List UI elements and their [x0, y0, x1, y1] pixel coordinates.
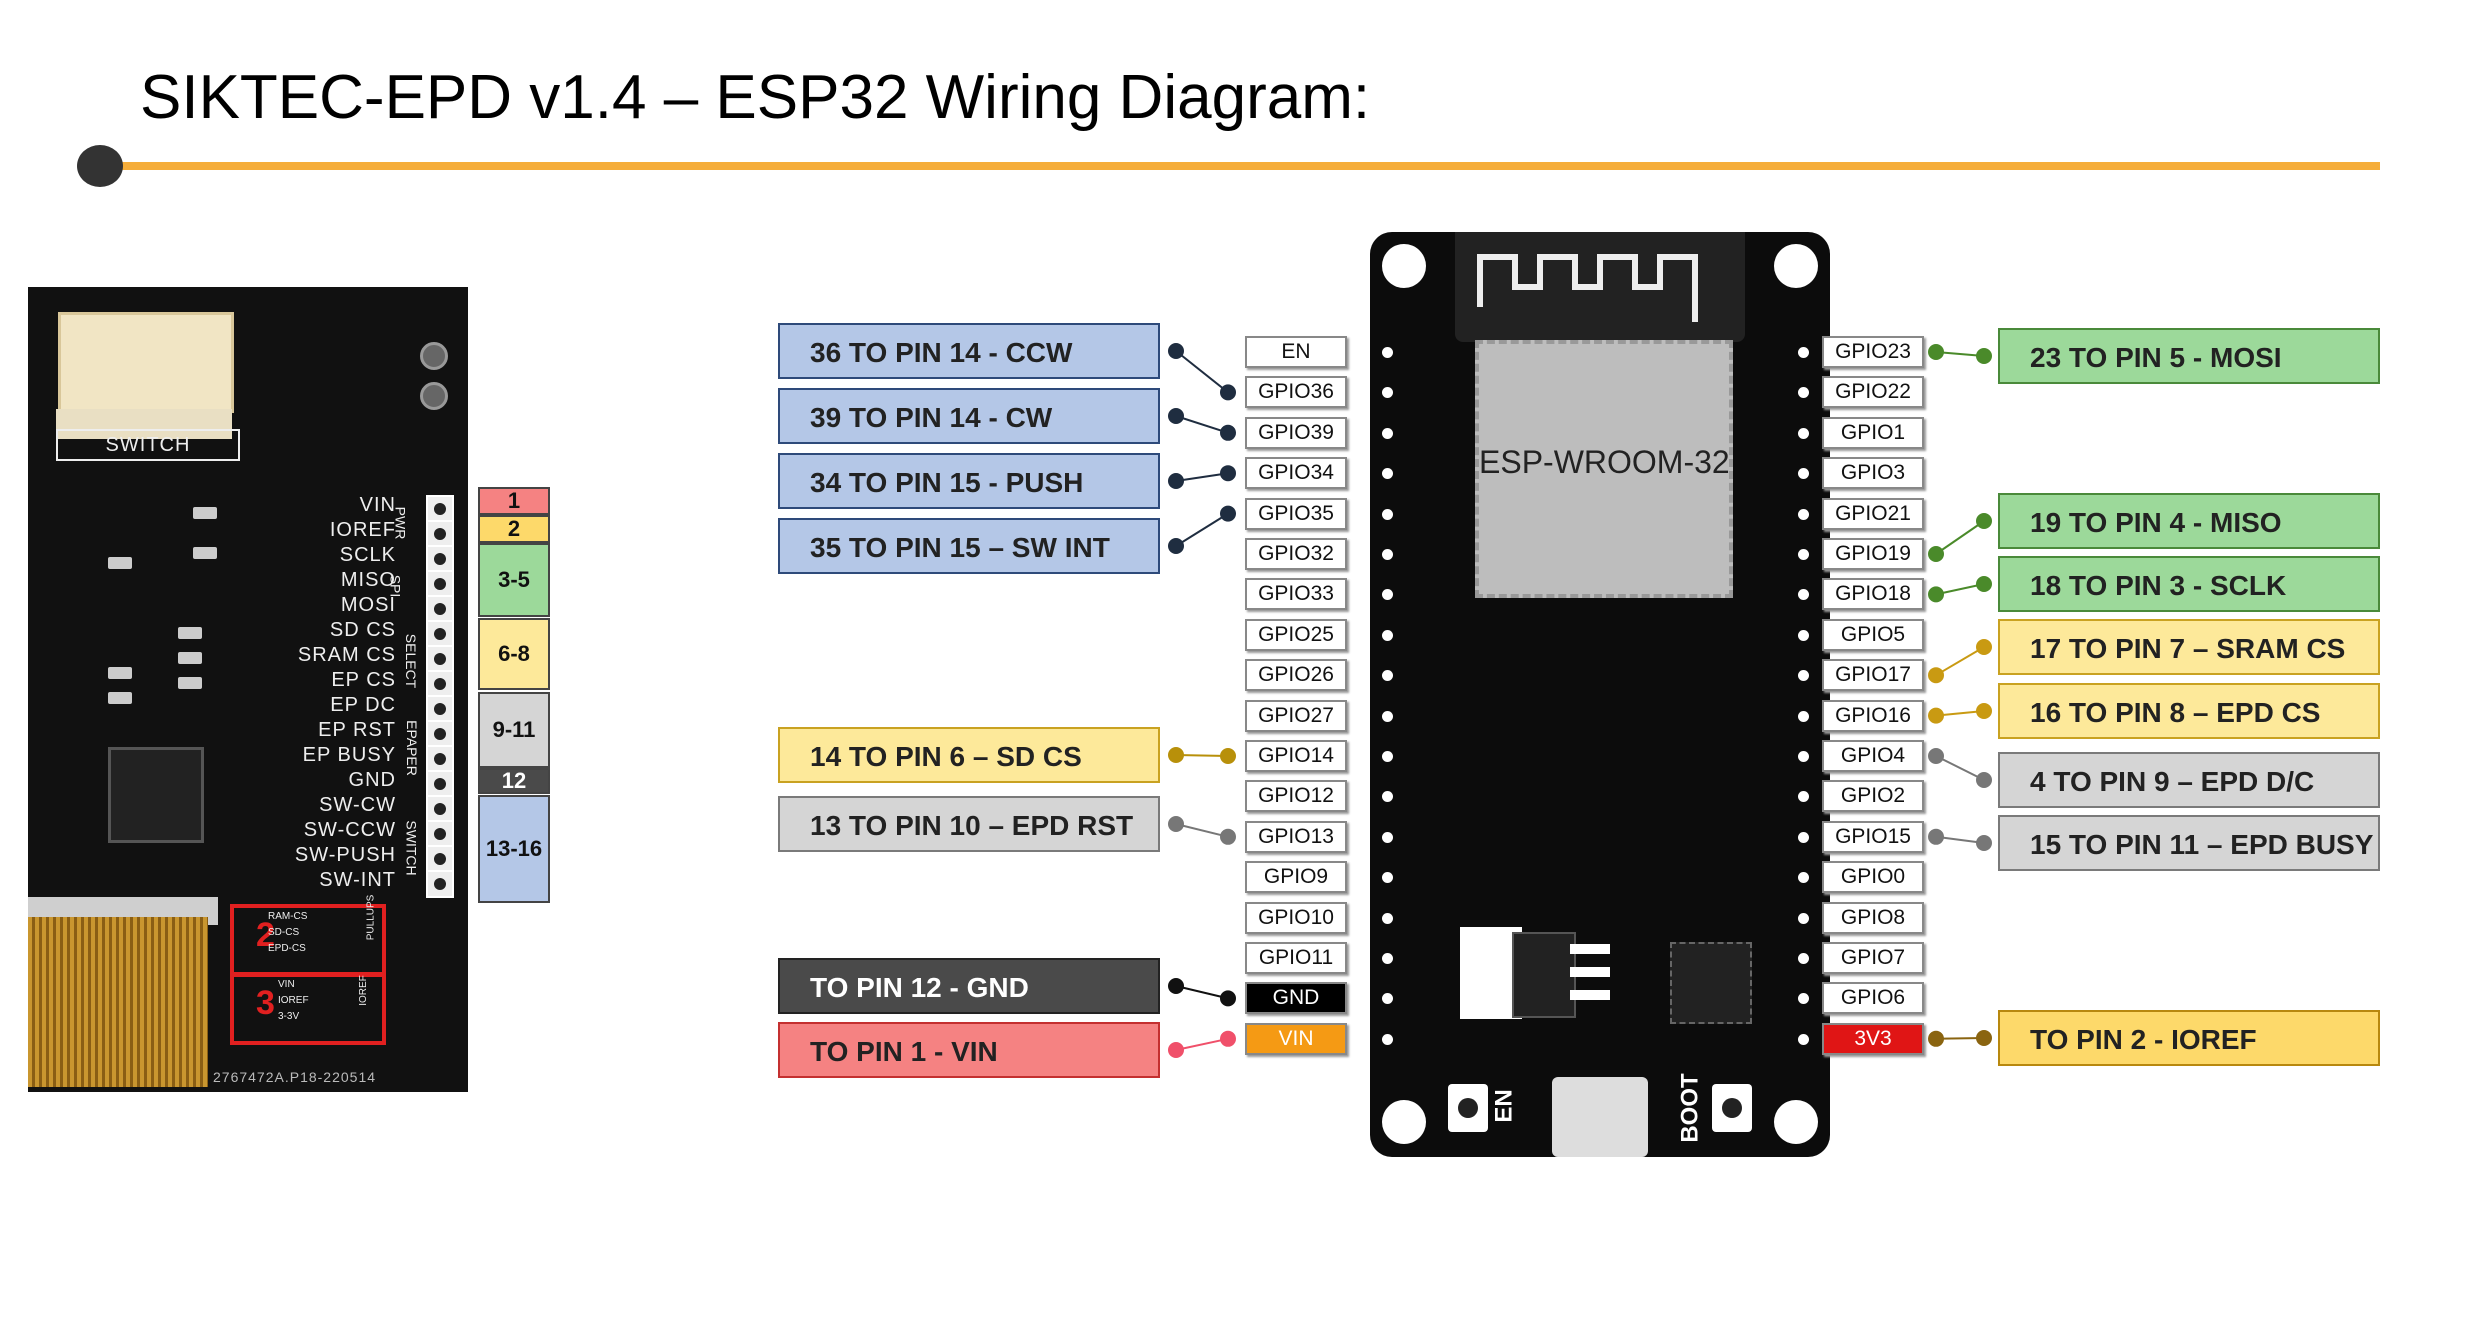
wire-end-dot [1168, 1042, 1184, 1058]
wire [1935, 520, 1985, 555]
connection-label-right: 23 TO PIN 5 - MOSI [1998, 328, 2380, 384]
esp-pin-label: GPIO18 [1822, 578, 1924, 611]
esp-pin-label: GND [1245, 982, 1347, 1015]
esp-pin-label: GPIO23 [1822, 336, 1924, 368]
esp-pin-label: GPIO3 [1822, 457, 1924, 490]
esp-pin-label: GPIO27 [1245, 699, 1347, 732]
esp-pin-label: GPIO0 [1822, 861, 1924, 894]
wire-end-dot [1976, 348, 1992, 364]
wire-end-dot [1220, 748, 1236, 764]
connection-label-left: 14 TO PIN 6 – SD CS [778, 727, 1160, 783]
esp-pin-label: VIN [1245, 1022, 1347, 1055]
esp-pin-label: GPIO16 [1822, 699, 1924, 732]
wire-end-dot [1928, 667, 1944, 684]
wire [1935, 646, 1985, 677]
wire-end-dot [1976, 772, 1992, 788]
esp-pin-label: GPIO12 [1245, 780, 1347, 813]
wire-end-dot [1168, 747, 1184, 763]
wire-end-dot [1220, 990, 1236, 1007]
wire-end-dot [1220, 1030, 1236, 1047]
wire-end-dot [1976, 639, 1992, 655]
wire-end-dot [1220, 828, 1236, 845]
esp-pin-label: GPIO32 [1245, 538, 1347, 570]
wire-end-dot [1168, 408, 1184, 424]
connection-label-left: 36 TO PIN 14 - CCW [778, 323, 1160, 379]
esp-pin-label: GPIO1 [1822, 416, 1924, 449]
wire-end-dot [1928, 1030, 1944, 1047]
esp-pin-label: GPIO5 [1822, 618, 1924, 651]
wire-end-dot [1220, 505, 1236, 522]
wire [1175, 415, 1229, 434]
esp-pin-label: GPIO19 [1822, 538, 1924, 570]
wire [1175, 350, 1229, 394]
esp-pin-label: GPIO15 [1822, 820, 1924, 853]
esp-pin-label: GPIO6 [1822, 982, 1924, 1015]
wire-end-dot [1928, 586, 1944, 603]
esp-pin-label: GPIO4 [1822, 740, 1924, 772]
esp-pin-label: GPIO33 [1245, 578, 1347, 611]
wire-end-dot [1976, 513, 1992, 529]
esp-pin-label: GPIO13 [1245, 820, 1347, 853]
wire-end-dot [1168, 343, 1184, 359]
esp-pin-label: GPIO36 [1245, 376, 1347, 409]
connection-label-left: 13 TO PIN 10 – EPD RST [778, 796, 1160, 852]
connection-label-right: 17 TO PIN 7 – SRAM CS [1998, 619, 2380, 675]
wire [1175, 512, 1229, 547]
esp-pin-label: GPIO9 [1245, 861, 1347, 894]
connection-label-left: 39 TO PIN 14 - CW [778, 388, 1160, 444]
connection-label-right: 18 TO PIN 3 - SCLK [1998, 556, 2380, 612]
wire-end-dot [1928, 344, 1944, 360]
esp-pin-label: GPIO35 [1245, 497, 1347, 530]
esp-pin-label: GPIO22 [1822, 376, 1924, 409]
connection-label-left: TO PIN 12 - GND [778, 958, 1160, 1014]
esp-pin-label: GPIO21 [1822, 497, 1924, 530]
connection-label-right: 4 TO PIN 9 – EPD D/C [1998, 752, 2380, 808]
esp-pin-label: GPIO14 [1245, 740, 1347, 772]
esp-pin-label: GPIO11 [1245, 942, 1347, 974]
wire-end-dot [1976, 835, 1992, 851]
esp-pin-label: GPIO17 [1822, 659, 1924, 692]
esp-pin-label: GPIO39 [1245, 416, 1347, 449]
connection-label-right: 19 TO PIN 4 - MISO [1998, 493, 2380, 549]
wire-end-dot [1928, 707, 1944, 724]
wire [1175, 823, 1229, 838]
esp-pin-label: GPIO34 [1245, 457, 1347, 490]
wire-end-dot [1928, 748, 1944, 764]
esp-pin-label: GPIO8 [1822, 901, 1924, 934]
esp-pin-label: 3V3 [1822, 1022, 1924, 1055]
esp-pin-label: GPIO7 [1822, 942, 1924, 974]
wire-end-dot [1220, 384, 1236, 401]
esp-pin-label: GPIO10 [1245, 901, 1347, 934]
wire-end-dot [1168, 538, 1184, 554]
connection-label-left: TO PIN 1 - VIN [778, 1022, 1160, 1078]
wire-end-dot [1976, 576, 1992, 592]
esp-pin-label: GPIO25 [1245, 618, 1347, 651]
connection-label-right: 15 TO PIN 11 – EPD BUSY [1998, 815, 2380, 871]
wire [1935, 755, 1985, 781]
wire-end-dot [1168, 978, 1184, 994]
wire-end-dot [1220, 424, 1236, 441]
esp-pin-label: GPIO26 [1245, 659, 1347, 692]
wire-end-dot [1168, 473, 1184, 489]
connection-label-right: TO PIN 2 - IOREF [1998, 1010, 2380, 1066]
connection-label-left: 35 TO PIN 15 – SW INT [778, 518, 1160, 574]
wire-end-dot [1168, 816, 1184, 832]
connection-label-right: 16 TO PIN 8 – EPD CS [1998, 683, 2380, 739]
wire [1175, 985, 1229, 1000]
esp-pin-label: EN [1245, 336, 1347, 368]
wire-end-dot [1928, 546, 1944, 562]
connection-label-left: 34 TO PIN 15 - PUSH [778, 453, 1160, 509]
wire-end-dot [1220, 465, 1236, 482]
wire-end-dot [1976, 703, 1992, 719]
wire-end-dot [1928, 828, 1944, 845]
esp-pin-label: GPIO2 [1822, 780, 1924, 813]
wire-end-dot [1976, 1030, 1992, 1046]
